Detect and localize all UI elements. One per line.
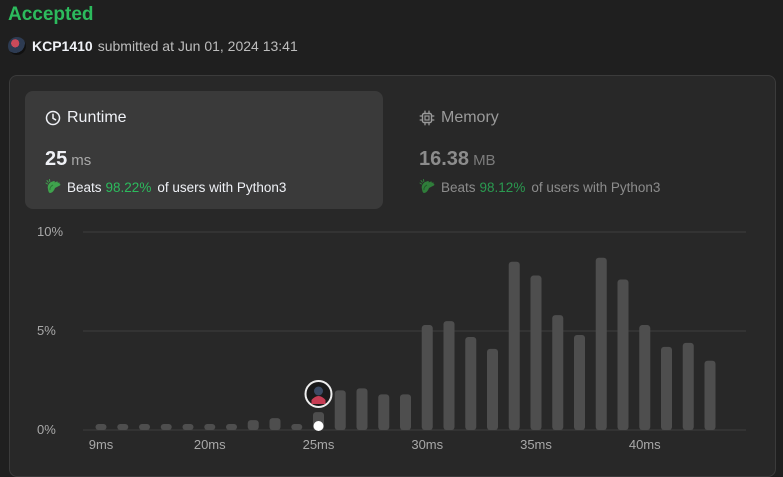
bar-6[interactable] [226, 424, 237, 430]
x-tick-label: 25ms [303, 437, 335, 452]
bar-8[interactable] [269, 418, 281, 430]
bar-13[interactable] [378, 394, 390, 430]
bar-21[interactable] [552, 315, 564, 430]
bar-15[interactable] [421, 325, 433, 430]
bar-26[interactable] [661, 346, 672, 430]
y-tick-label: 5% [37, 323, 56, 338]
bar-19[interactable] [508, 261, 520, 430]
bar-17[interactable] [465, 336, 477, 430]
bar-23[interactable] [595, 257, 607, 430]
runtime-distribution-chart[interactable]: 0% 5% 10% 9ms 20ms 25ms 30ms 35ms 40ms [0, 0, 783, 463]
x-tick-label: 20ms [194, 437, 226, 452]
x-tick-label: 9ms [89, 437, 114, 452]
bar-22[interactable] [574, 334, 585, 430]
bar-4[interactable] [182, 424, 194, 430]
bar-28[interactable] [704, 360, 716, 430]
bar-27[interactable] [682, 342, 694, 430]
bar-25[interactable] [639, 325, 651, 430]
bar-12[interactable] [356, 388, 368, 430]
bar-20[interactable] [530, 275, 542, 430]
y-tick-label: 10% [37, 224, 63, 239]
bar-3[interactable] [160, 424, 172, 430]
bar-5[interactable] [204, 424, 216, 430]
x-tick-label: 30ms [411, 437, 443, 452]
bar-14[interactable] [400, 394, 411, 430]
bar-18[interactable] [487, 348, 498, 430]
avatar-head [314, 386, 323, 396]
your-submission-marker [313, 421, 324, 431]
x-tick-label: 40ms [629, 437, 661, 452]
y-tick-label: 0% [37, 422, 56, 437]
bar-24[interactable] [617, 279, 629, 430]
bar-0[interactable] [95, 424, 107, 430]
x-tick-label: 35ms [520, 437, 552, 452]
bar-1[interactable] [117, 424, 129, 430]
bar-9[interactable] [291, 424, 303, 430]
bar-7[interactable] [247, 420, 259, 430]
bar-16[interactable] [443, 321, 455, 430]
bar-11[interactable] [334, 390, 346, 430]
bar-2[interactable] [139, 424, 150, 430]
